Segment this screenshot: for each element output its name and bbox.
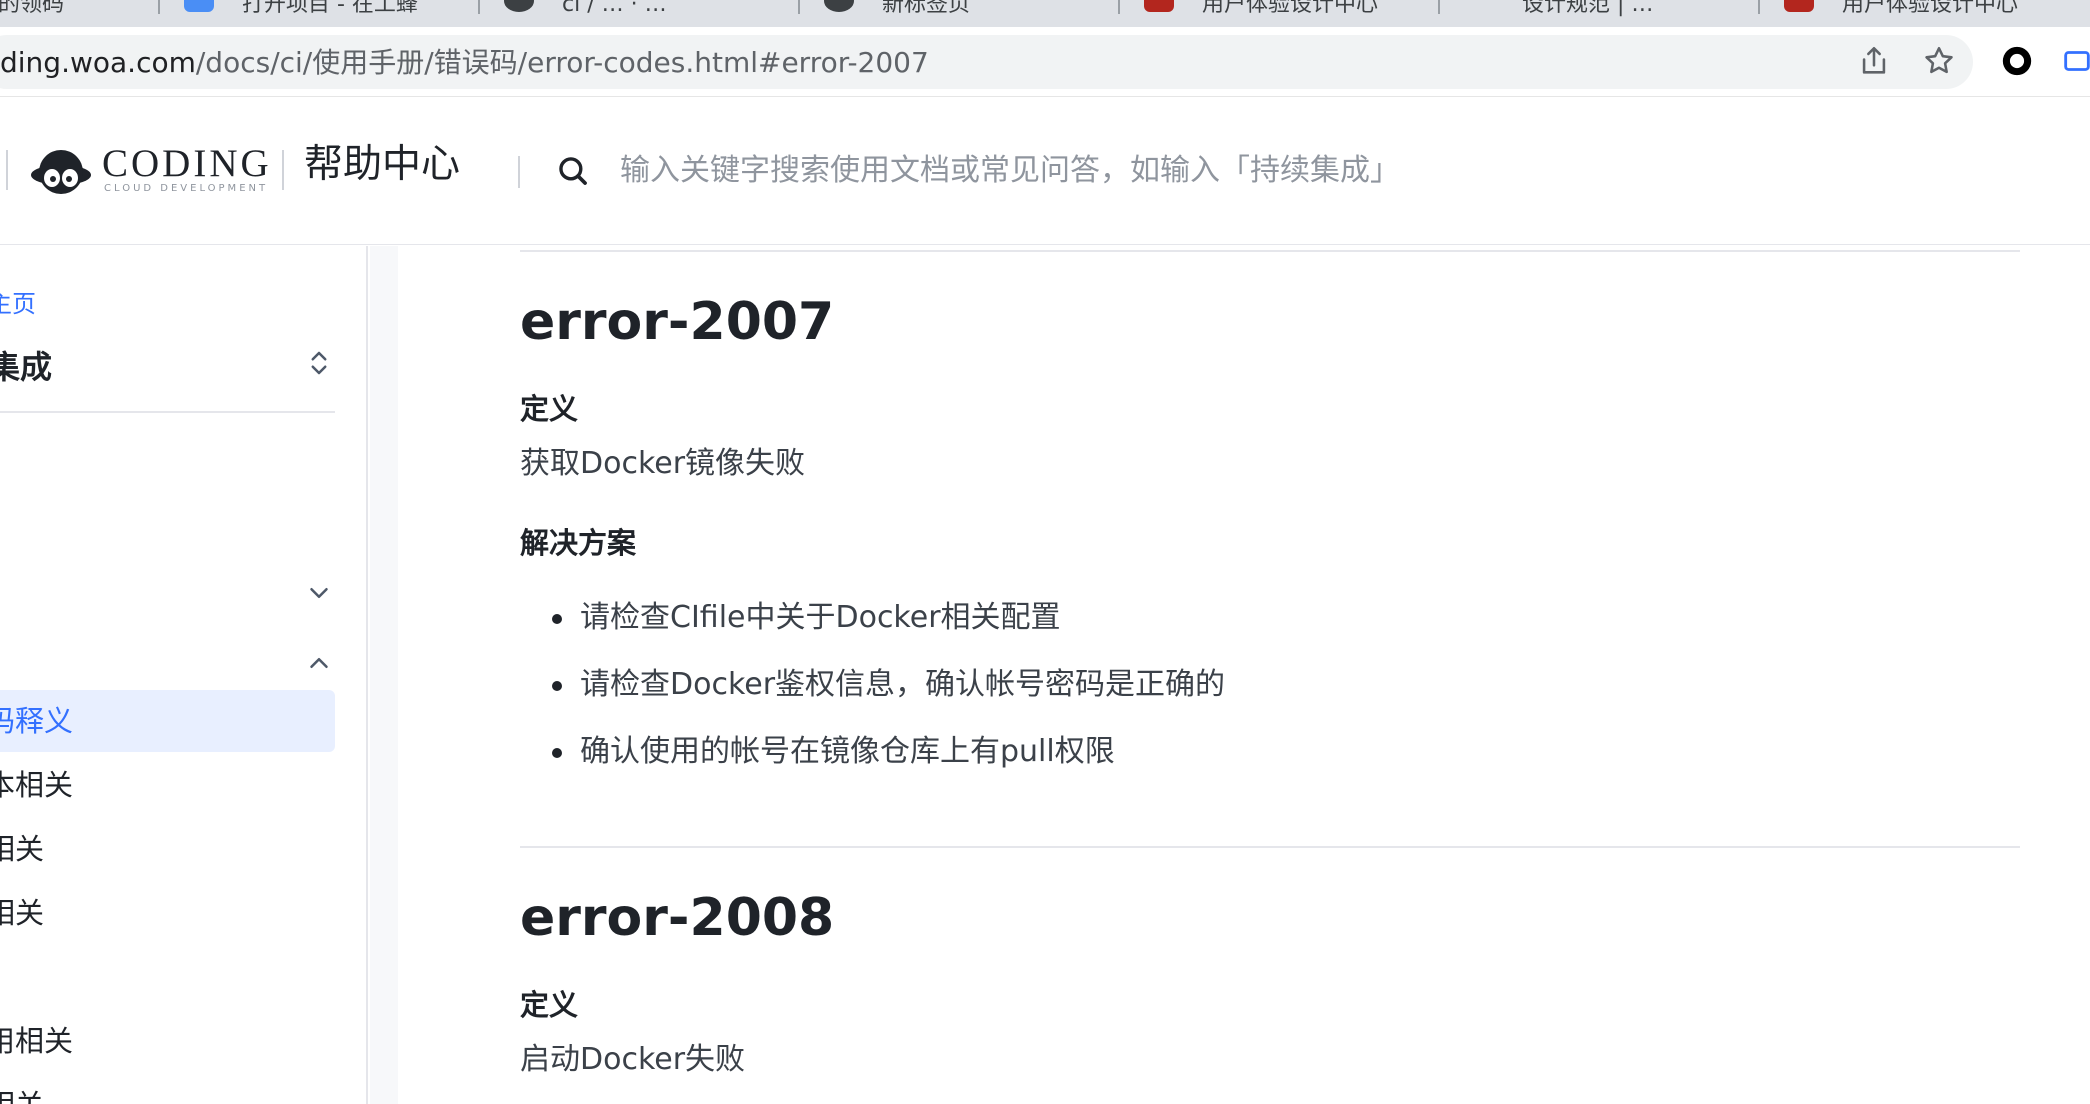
sidebar-item[interactable]: 用相关 xyxy=(0,1010,335,1072)
section-divider xyxy=(520,846,2020,848)
error-section: error-2007 定义 获取Docker镜像失败 解决方案 请检查CIfil… xyxy=(520,296,2020,836)
tab-separator xyxy=(798,0,800,14)
definition-text: 启动Docker失败 xyxy=(520,1042,746,1077)
bullet-icon xyxy=(552,748,562,758)
solution-heading: 解决方案 xyxy=(520,526,637,560)
browser-tab-strip: …的领码 打开项目 - 在工蜂 ci / … · … 新标签页 用户体验设计中心… xyxy=(0,0,2090,27)
doc-content: error-2007 定义 获取Docker镜像失败 解决方案 请检查CIfil… xyxy=(398,246,2090,1104)
section-divider xyxy=(520,250,2020,252)
url-text[interactable]: ding.woa.com/docs/ci/使用手册/错误码/error-code… xyxy=(0,49,929,77)
error-title: error-2008 xyxy=(520,888,835,948)
sidebar-gutter xyxy=(370,246,398,1104)
sidebar-item-error-codes[interactable]: 码释义 xyxy=(0,690,335,752)
github-icon xyxy=(504,0,534,12)
breadcrumb-home-link[interactable]: 主页 xyxy=(0,284,36,319)
browser-tab[interactable]: 用户体验设计中心 xyxy=(1130,0,1450,27)
bullet-icon xyxy=(552,614,562,624)
chevron-down-icon[interactable] xyxy=(304,578,334,608)
browser-tab[interactable]: 设计规范 | … xyxy=(1450,0,1770,27)
definition-heading: 定义 xyxy=(520,392,579,426)
sidebar-item[interactable]: 相关 xyxy=(0,1074,335,1104)
help-center-title[interactable]: 帮助中心 xyxy=(304,142,460,189)
sidebar-nav: 主页 集成 码释义 本相关 相关 相关 用相关 相关 xyxy=(0,246,368,1104)
bullet-icon xyxy=(552,681,562,691)
header-divider xyxy=(518,156,520,188)
browser-tab[interactable]: 用户体验设计中心 xyxy=(1770,0,2090,27)
sidebar-divider xyxy=(0,411,335,413)
browser-tab[interactable]: ci / … · … xyxy=(490,0,810,27)
extension-icon[interactable] xyxy=(2060,44,2090,78)
sidebar-item[interactable]: 相关 xyxy=(0,818,335,880)
tab-separator xyxy=(478,0,480,14)
extension-icon[interactable] xyxy=(2000,44,2034,78)
logo-wordmark[interactable]: CODING xyxy=(102,144,272,183)
address-bar: ding.woa.com/docs/ci/使用手册/错误码/error-code… xyxy=(0,27,2090,97)
star-icon[interactable] xyxy=(1922,44,1956,78)
tab-favicon-icon xyxy=(1784,0,1814,12)
github-icon xyxy=(824,0,854,12)
chevron-up-icon[interactable] xyxy=(304,648,334,678)
error-title: error-2007 xyxy=(520,292,835,352)
solution-list: 请检查CIfile中关于Docker相关配置 请检查Docker鉴权信息，确认帐… xyxy=(520,598,1225,799)
list-item: 请检查CIfile中关于Docker相关配置 xyxy=(520,598,1225,665)
error-section: error-2008 定义 启动Docker失败 xyxy=(520,892,2020,1104)
browser-tab[interactable]: 新标签页 xyxy=(810,0,1130,27)
search-input[interactable] xyxy=(620,144,1580,196)
tab-favicon-icon xyxy=(1144,0,1174,12)
definition-heading: 定义 xyxy=(520,988,579,1022)
tab-separator xyxy=(1118,0,1120,14)
coding-logo-icon[interactable] xyxy=(28,142,94,198)
tab-separator xyxy=(158,0,160,14)
tab-favicon-icon xyxy=(184,0,214,12)
tab-separator xyxy=(1438,0,1440,14)
sidebar-item[interactable] xyxy=(0,946,335,1008)
header-divider xyxy=(282,150,284,190)
sidebar-item[interactable]: 本相关 xyxy=(0,754,335,816)
sidebar-item[interactable]: 相关 xyxy=(0,882,335,944)
list-item: 请检查Docker鉴权信息，确认帐号密码是正确的 xyxy=(520,665,1225,732)
chevron-up-down-icon[interactable] xyxy=(304,348,334,378)
definition-text: 获取Docker镜像失败 xyxy=(520,446,806,481)
list-item: 确认使用的帐号在镜像仓库上有pull权限 xyxy=(520,732,1225,799)
share-icon[interactable] xyxy=(1857,44,1891,78)
logo-tagline: CLOUD DEVELOPMENT xyxy=(104,183,269,194)
sidebar-section-title[interactable]: 集成 xyxy=(0,342,52,388)
header-divider xyxy=(6,150,8,190)
search-icon[interactable] xyxy=(556,154,590,188)
site-header: CODING CLOUD DEVELOPMENT 帮助中心 xyxy=(0,98,2090,245)
tab-separator xyxy=(1758,0,1760,14)
browser-tab[interactable]: 打开项目 - 在工蜂 xyxy=(170,0,490,27)
